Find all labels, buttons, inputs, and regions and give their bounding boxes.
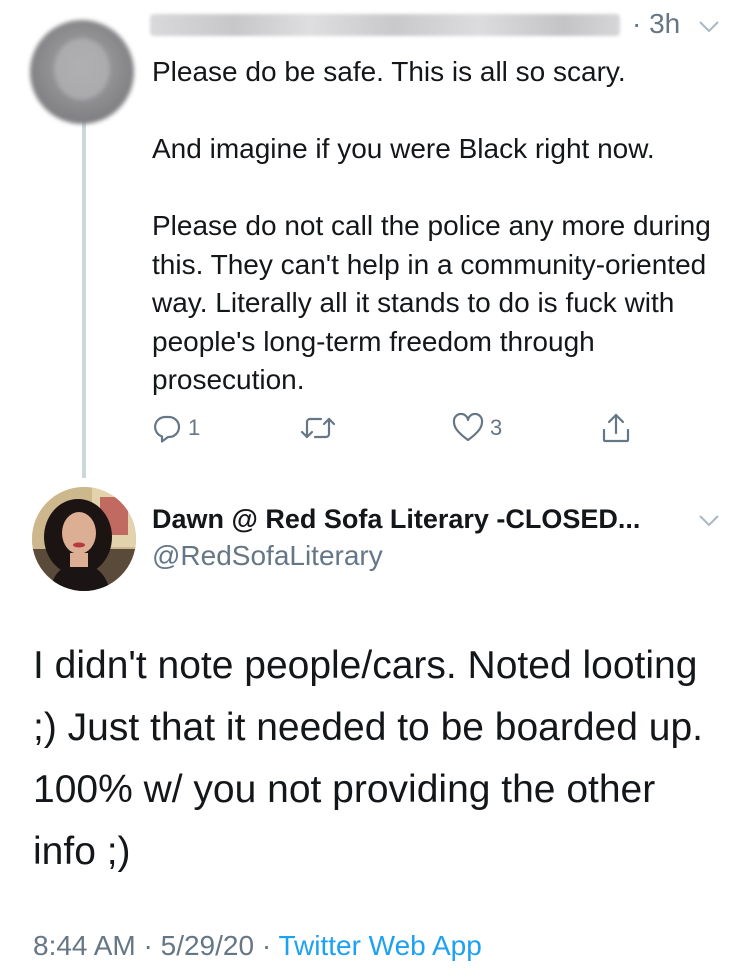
blurred-avatar[interactable]	[30, 20, 134, 124]
retweet-icon	[300, 413, 336, 443]
chevron-down-icon[interactable]	[698, 514, 720, 528]
reply-paragraph: Please do not call the police any more d…	[152, 210, 711, 395]
tweet-time[interactable]: 8:44 AM	[33, 930, 136, 961]
chevron-down-icon[interactable]	[698, 20, 720, 34]
thread-connector-line	[82, 118, 86, 478]
meta-separator: ·	[143, 930, 153, 961]
blurred-author-name[interactable]	[150, 14, 620, 36]
meta-separator: ·	[261, 930, 272, 961]
like-button[interactable]: 3	[452, 410, 502, 446]
reply-icon	[152, 413, 182, 443]
reply-timestamp[interactable]: · 3h	[632, 8, 680, 40]
tweet-text: I didn't note people/cars. Noted looting…	[33, 644, 703, 873]
share-button[interactable]	[600, 410, 632, 446]
share-icon	[600, 412, 632, 444]
reply-paragraph: And imagine if you were Black right now.	[152, 133, 655, 164]
reply-body: Please do be safe. This is all so scary.…	[152, 53, 722, 400]
reply-paragraph: Please do be safe. This is all so scary.	[152, 56, 626, 87]
tweet-meta: 8:44 AM · 5/29/20 · Twitter Web App	[33, 930, 482, 962]
tweet-date[interactable]: 5/29/20	[161, 930, 254, 961]
like-icon	[452, 413, 484, 443]
author-display-name[interactable]: Dawn @ Red Sofa Literary -CLOSED...	[152, 504, 640, 535]
author-handle[interactable]: @RedSofaLiterary	[152, 540, 383, 572]
source-app-link[interactable]: Twitter Web App	[278, 930, 481, 961]
retweet-button[interactable]	[300, 410, 342, 446]
like-count: 3	[490, 415, 503, 440]
reply-count: 1	[188, 415, 201, 440]
avatar[interactable]	[32, 487, 136, 591]
reply-button[interactable]: 1	[152, 410, 200, 446]
